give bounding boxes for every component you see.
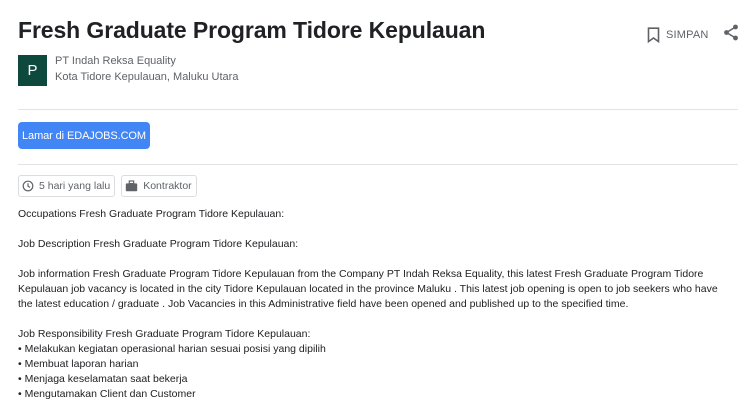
job-title: Fresh Graduate Program Tidore Kepulauan	[18, 17, 486, 43]
company-location: Kota Tidore Kepulauan, Maluku Utara	[55, 71, 239, 83]
responsibility-heading: Job Responsibility Fresh Graduate Progra…	[18, 328, 311, 340]
job-header: Fresh Graduate Program Tidore Kepulauan …	[18, 14, 743, 50]
apply-button[interactable]: Lamar di EDAJOBS.COM	[18, 122, 150, 149]
responsibility-list: Melakukan kegiatan operasional harian se…	[18, 342, 734, 402]
employment-type: Kontraktor	[143, 180, 192, 192]
list-item: Menjaga keselamatan saat bekerja	[18, 372, 734, 387]
list-item: Melakukan kegiatan operasional harian se…	[18, 342, 734, 357]
divider	[18, 109, 738, 110]
job-meta: 5 hari yang lalu Kontraktor	[18, 175, 197, 197]
share-icon	[723, 24, 739, 46]
bookmark-icon	[647, 27, 660, 43]
employment-type-chip: Kontraktor	[121, 175, 197, 197]
occupations-text: Occupations Fresh Graduate Program Tidor…	[18, 208, 285, 220]
posted-time: 5 hari yang lalu	[39, 180, 111, 192]
job-description: Occupations Fresh Graduate Program Tidor…	[18, 207, 734, 402]
share-button[interactable]	[721, 24, 741, 46]
list-item: Mengutamakan Client dan Customer	[18, 387, 734, 402]
briefcase-icon	[125, 180, 143, 192]
company-name: PT Indah Reksa Equality	[55, 55, 176, 67]
job-description-heading: Job Description Fresh Graduate Program T…	[18, 238, 299, 250]
company-logo: P	[18, 55, 47, 86]
clock-icon	[22, 180, 39, 192]
save-label: SIMPAN	[666, 29, 709, 41]
job-information-paragraph: Job information Fresh Graduate Program T…	[18, 268, 718, 310]
save-button[interactable]: SIMPAN	[647, 24, 709, 46]
divider	[18, 164, 738, 165]
posted-chip: 5 hari yang lalu	[18, 175, 116, 197]
list-item: Membuat laporan harian	[18, 357, 734, 372]
